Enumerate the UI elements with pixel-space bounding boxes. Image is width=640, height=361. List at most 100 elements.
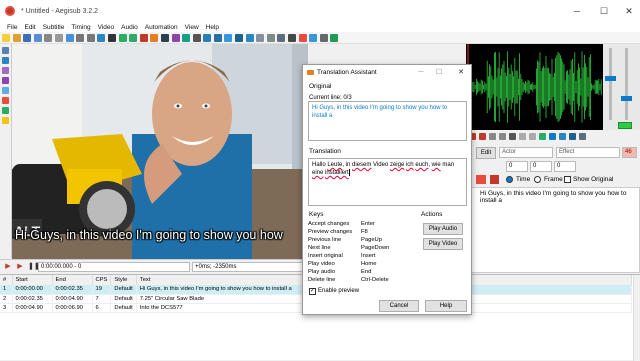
spectrum-icon[interactable] xyxy=(559,132,566,140)
save-icon[interactable] xyxy=(23,33,32,42)
col-style[interactable]: Style xyxy=(110,275,137,285)
auto-scroll-icon[interactable] xyxy=(549,132,556,140)
video-details-icon[interactable] xyxy=(309,33,318,42)
effect-field[interactable]: Effect xyxy=(556,147,620,158)
sort-icon[interactable] xyxy=(235,33,244,42)
video-display[interactable]: ALT xyxy=(12,44,308,259)
select-lines-icon[interactable] xyxy=(245,33,254,42)
play-after-icon[interactable] xyxy=(529,132,536,140)
play-audio-button[interactable]: Play Audio xyxy=(423,223,463,235)
menu-help[interactable]: Help xyxy=(206,24,219,31)
font-button-icon[interactable] xyxy=(490,175,499,184)
volume-slider-thumb[interactable] xyxy=(621,96,632,101)
automation-icon[interactable] xyxy=(256,33,265,42)
shift-times-icon[interactable] xyxy=(298,33,307,42)
enable-preview-checkbox[interactable]: ✓ xyxy=(309,288,316,295)
pause-icon[interactable]: ❚❚ xyxy=(28,263,40,271)
col-number[interactable]: # xyxy=(0,275,13,285)
col-cps[interactable]: CPS xyxy=(92,275,112,285)
scale-tool-icon[interactable] xyxy=(2,87,9,94)
rotate-xy-icon[interactable] xyxy=(2,77,9,84)
rotate-z-icon[interactable] xyxy=(2,67,9,74)
play-video-button[interactable]: Play Video xyxy=(423,238,463,250)
timing-postprocessor-icon[interactable] xyxy=(171,33,180,42)
play-icon[interactable]: ▶ xyxy=(16,263,24,271)
menu-view[interactable]: View xyxy=(185,24,199,31)
color-button-icon[interactable] xyxy=(476,175,486,184)
new-file-icon[interactable] xyxy=(2,33,10,42)
col-end[interactable]: End xyxy=(52,275,93,285)
styles-manager-icon[interactable] xyxy=(129,33,138,42)
attachments-icon[interactable] xyxy=(107,33,116,42)
cancel-button[interactable]: Cancel xyxy=(379,300,419,312)
properties-icon[interactable] xyxy=(97,33,106,42)
snap-start-icon[interactable] xyxy=(266,33,275,42)
bulb-icon[interactable] xyxy=(2,117,9,124)
find-icon[interactable] xyxy=(203,33,212,42)
menu-video[interactable]: Video xyxy=(98,24,115,31)
margin-right-field[interactable]: 0 xyxy=(530,161,552,172)
zoom-out-icon[interactable] xyxy=(86,33,95,42)
col-start[interactable]: Start xyxy=(12,275,53,285)
play-current-line-icon[interactable] xyxy=(499,132,506,140)
edit-style-button[interactable]: Edit xyxy=(476,147,496,159)
open-file-icon[interactable] xyxy=(12,33,21,42)
zoom-slider-thumb[interactable] xyxy=(605,76,616,81)
help-icon[interactable] xyxy=(330,33,339,42)
translation-textbox[interactable]: Hallo Leute, in diesem Video zeige ich e… xyxy=(308,158,467,206)
stop-icon[interactable] xyxy=(509,132,516,140)
dialog-maximize-button[interactable]: ☐ xyxy=(434,68,444,78)
commit-icon[interactable] xyxy=(539,132,546,140)
jump-to-icon[interactable] xyxy=(65,33,74,42)
show-original-checkbox[interactable] xyxy=(564,176,571,183)
actor-field[interactable]: Actor xyxy=(499,147,553,158)
menu-audio[interactable]: Audio xyxy=(121,24,138,31)
menu-file[interactable]: File xyxy=(7,24,17,31)
play-before-icon[interactable] xyxy=(519,132,526,140)
menu-subtitle[interactable]: Subtitle xyxy=(43,24,65,31)
margin-vertical-field[interactable]: 0 xyxy=(554,161,576,172)
link-sliders-icon[interactable] xyxy=(618,122,632,129)
menu-automation[interactable]: Automation xyxy=(145,24,178,31)
close-window-button[interactable]: ✕ xyxy=(622,4,636,18)
play-line-icon[interactable]: ▶ xyxy=(4,263,12,271)
horizontal-zoom-slider[interactable] xyxy=(609,48,612,120)
options-icon[interactable] xyxy=(288,33,297,42)
help-button[interactable]: Help xyxy=(425,300,467,312)
vector-clip-icon[interactable] xyxy=(2,107,9,114)
kanji-timer-icon[interactable] xyxy=(182,33,191,42)
find-replace-icon[interactable] xyxy=(213,33,222,42)
grid-scrollbar[interactable] xyxy=(633,275,640,361)
subtitle-edit-textbox[interactable]: Hi Guys, in this video I'm going to show… xyxy=(466,187,640,273)
video-offset-field[interactable]: +0ms; -2350ms xyxy=(192,262,304,272)
menu-edit[interactable]: Edit xyxy=(24,24,35,31)
subtitles-provider-icon[interactable] xyxy=(192,33,201,42)
menu-timing[interactable]: Timing xyxy=(71,24,90,31)
volume-slider[interactable] xyxy=(625,48,628,120)
snap-end-icon[interactable] xyxy=(277,33,286,42)
dialog-close-button[interactable]: ✕ xyxy=(456,68,466,78)
video-time-field[interactable]: 0:00:00.000 - 0 xyxy=(38,262,190,272)
auto-commit-icon[interactable] xyxy=(569,132,576,140)
styling-assistant-icon[interactable] xyxy=(139,33,148,42)
maximize-button[interactable]: ☐ xyxy=(597,4,611,18)
minimize-button[interactable]: ─ xyxy=(570,4,584,18)
margin-left-field[interactable]: 0 xyxy=(506,161,528,172)
zoom-in-icon[interactable] xyxy=(76,33,85,42)
time-radio[interactable] xyxy=(506,176,513,183)
drag-tool-icon[interactable] xyxy=(2,57,9,64)
karaoke-icon[interactable] xyxy=(579,132,586,140)
dialog-minimize-button[interactable]: ─ xyxy=(416,68,426,78)
original-textbox[interactable]: Hi Guys, in this video I'm going to show… xyxy=(308,101,467,141)
spell-check-icon[interactable] xyxy=(224,33,233,42)
standard-tool-icon[interactable] xyxy=(2,47,9,54)
close-video-icon[interactable] xyxy=(54,33,63,42)
tools-icon[interactable] xyxy=(319,33,328,42)
open-video-icon[interactable] xyxy=(44,33,53,42)
save-as-icon[interactable] xyxy=(33,33,42,42)
next-line-icon[interactable] xyxy=(479,132,486,140)
resample-icon[interactable] xyxy=(160,33,169,42)
play-selection-icon[interactable] xyxy=(489,132,496,140)
translation-assistant-icon[interactable] xyxy=(150,33,159,42)
fonts-collector-icon[interactable] xyxy=(118,33,127,42)
